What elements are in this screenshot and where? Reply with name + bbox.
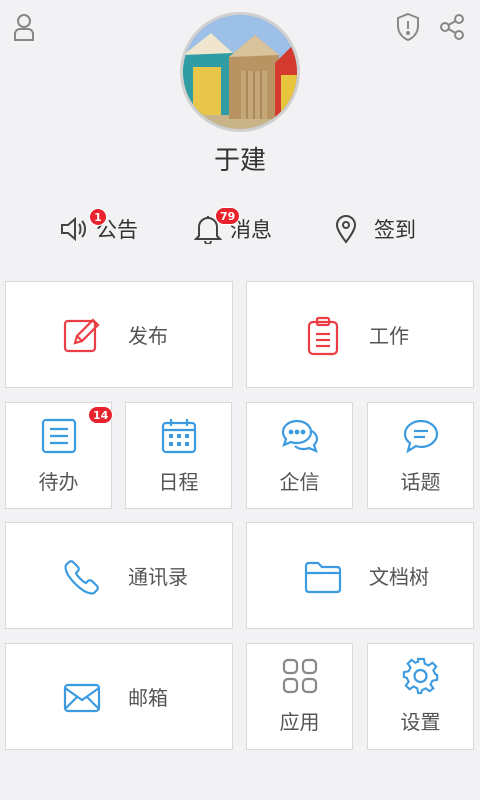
tile-topic[interactable]: 话题 bbox=[367, 402, 474, 509]
tile-work-label: 工作 bbox=[369, 324, 409, 348]
quick-action-checkin-label: 签到 bbox=[374, 218, 416, 242]
quick-action-announcement[interactable]: 公告 1 bbox=[58, 206, 138, 252]
tile-todo-label: 待办 bbox=[38, 470, 79, 494]
avatar-beach-huts-image bbox=[183, 15, 297, 129]
avatar[interactable] bbox=[180, 12, 300, 132]
announcement-badge: 1 bbox=[89, 208, 107, 226]
tile-mailbox[interactable]: 邮箱 bbox=[5, 643, 233, 750]
share-icon[interactable] bbox=[436, 10, 468, 44]
tile-contacts-label: 通讯录 bbox=[128, 565, 188, 589]
tile-publish-label: 发布 bbox=[128, 324, 168, 348]
tile-mailbox-label: 邮箱 bbox=[128, 686, 168, 710]
list-icon bbox=[39, 416, 79, 456]
folder-icon bbox=[301, 555, 345, 599]
tile-settings-label: 设置 bbox=[400, 710, 441, 734]
tile-schedule-label: 日程 bbox=[158, 470, 199, 494]
speaker-icon bbox=[58, 213, 90, 245]
tile-apps-label: 应用 bbox=[279, 710, 320, 734]
tile-work[interactable]: 工作 bbox=[246, 281, 474, 388]
tile-publish[interactable]: 发布 bbox=[5, 281, 233, 388]
grid-icon bbox=[280, 656, 320, 696]
quick-action-checkin[interactable]: 签到 bbox=[330, 206, 416, 252]
tile-document-tree[interactable]: 文档树 bbox=[246, 522, 474, 629]
tile-schedule[interactable]: 日程 bbox=[125, 402, 232, 509]
messages-badge: 79 bbox=[215, 207, 241, 225]
chat-bubbles-icon bbox=[280, 416, 320, 456]
user-name: 于建 bbox=[213, 146, 266, 176]
clipboard-icon bbox=[301, 314, 345, 358]
shield-alert-icon[interactable] bbox=[392, 10, 424, 44]
tile-apps[interactable]: 应用 bbox=[246, 643, 353, 750]
tile-topic-label: 话题 bbox=[400, 470, 441, 494]
tile-document-tree-label: 文档树 bbox=[369, 565, 429, 589]
quick-action-messages[interactable]: 消息 79 bbox=[192, 206, 272, 252]
gear-icon bbox=[401, 656, 441, 696]
tile-enterprise-message-label: 企信 bbox=[279, 470, 320, 494]
phone-icon bbox=[60, 555, 104, 599]
location-pin-icon bbox=[330, 213, 362, 245]
edit-icon bbox=[60, 314, 104, 358]
calendar-icon bbox=[159, 416, 199, 456]
comment-icon bbox=[401, 416, 441, 456]
tile-enterprise-message[interactable]: 企信 bbox=[246, 402, 353, 509]
user-icon[interactable] bbox=[8, 10, 40, 44]
tile-settings[interactable]: 设置 bbox=[367, 643, 474, 750]
mail-icon bbox=[60, 676, 104, 720]
todo-badge: 14 bbox=[88, 406, 114, 424]
tile-contacts[interactable]: 通讯录 bbox=[5, 522, 233, 629]
tile-todo[interactable]: 待办 14 bbox=[5, 402, 114, 509]
